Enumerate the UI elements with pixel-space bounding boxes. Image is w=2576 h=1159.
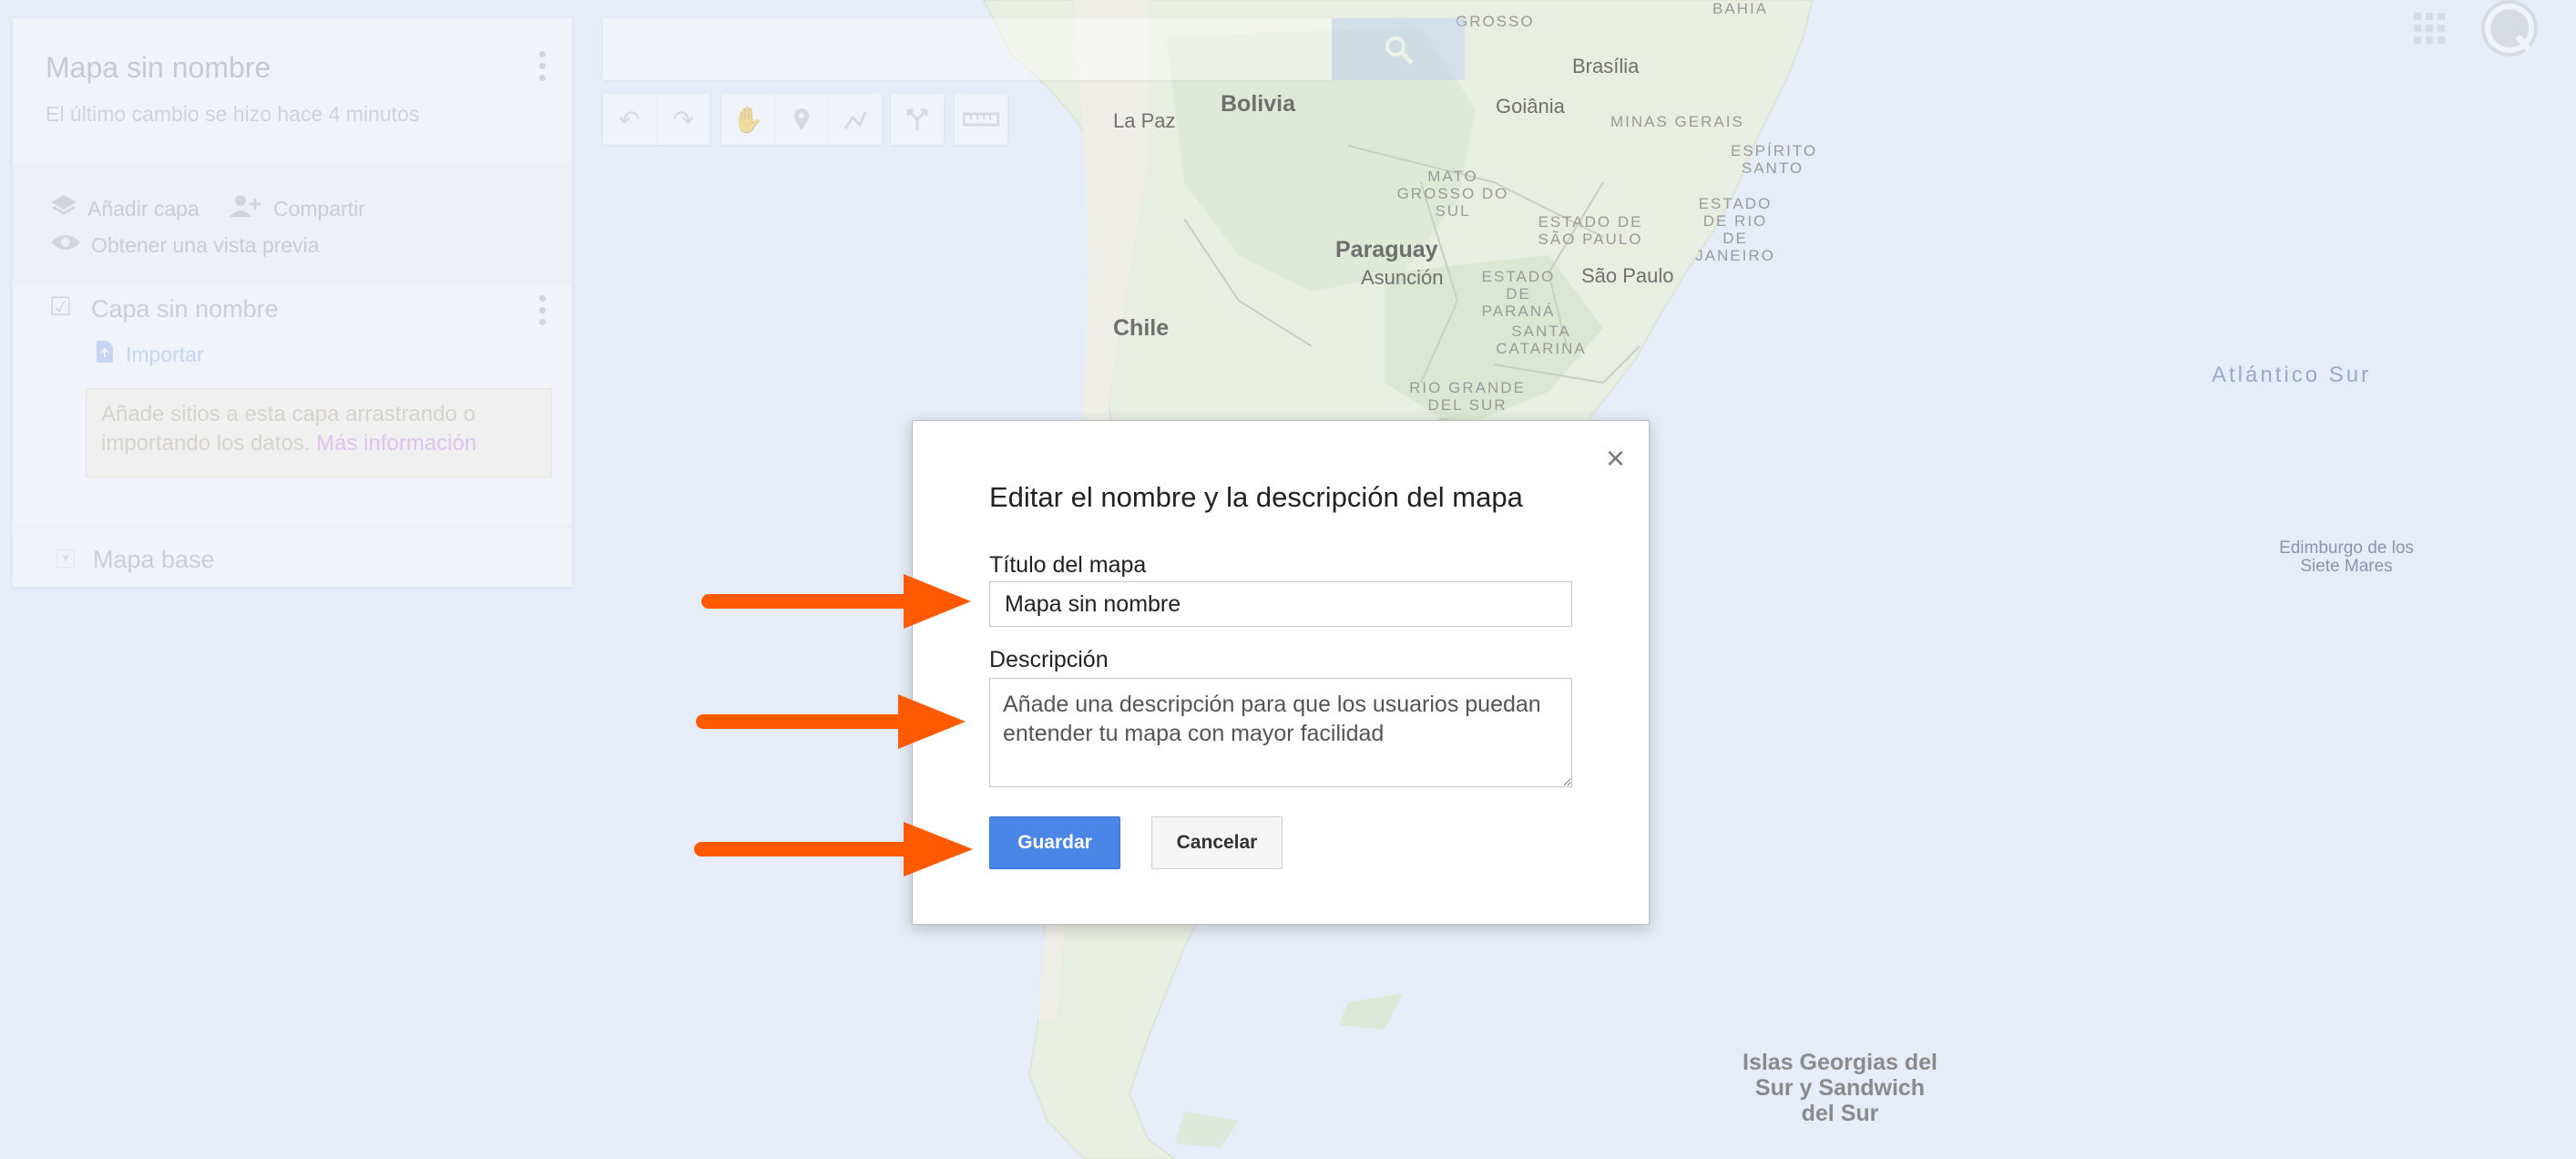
hand-icon[interactable]: ✋ — [721, 94, 775, 145]
annotation-arrow-save — [694, 822, 973, 877]
apps-grid-icon[interactable] — [2414, 13, 2445, 44]
dialog-title: Editar el nombre y la descripción del ma… — [989, 481, 1523, 513]
layer-checkbox[interactable]: ☑ — [49, 292, 72, 322]
description-label: Descripción — [989, 647, 1109, 672]
share-button[interactable]: Compartir — [228, 193, 365, 225]
map-label-brasilia: Brasília — [1572, 55, 1640, 77]
add-layer-button[interactable]: Añadir capa — [49, 193, 199, 225]
save-button[interactable]: Guardar — [989, 816, 1120, 869]
annotation-arrow-title — [701, 574, 971, 629]
map-label-sao-paulo: São Paulo — [1581, 264, 1674, 287]
import-link[interactable]: Importar — [95, 339, 204, 370]
more-info-link[interactable]: Más información — [316, 431, 476, 456]
preview-label: Obtener una vista previa — [91, 233, 320, 257]
map-label-grosso: GROSSO — [1456, 13, 1535, 30]
preview-button[interactable]: Obtener una vista previa — [49, 231, 320, 260]
file-upload-icon — [95, 339, 115, 370]
map-label-santa-catarina: SANTA CATARINA — [1496, 323, 1587, 357]
drawing-tools-group: ✋ — [721, 94, 882, 145]
add-person-icon — [228, 193, 264, 225]
chevron-down-icon[interactable]: ▾ — [56, 549, 75, 568]
layer-info-box: Añade sitios a esta capa arrastrando o i… — [86, 388, 552, 477]
last-change-text: El último cambio se hizo hace 4 minutos — [46, 102, 420, 126]
edit-map-dialog: × Editar el nombre y la descripción del … — [912, 420, 1650, 925]
directions-group — [891, 94, 944, 145]
map-label-goiania: Goiânia — [1496, 95, 1565, 118]
undo-redo-group: ↶ ↷ — [603, 94, 710, 145]
search-button[interactable] — [1332, 18, 1465, 80]
share-label: Compartir — [273, 197, 365, 221]
map-label-rio-grande-del-sur: RIO GRANDE DEL SUR — [1409, 379, 1526, 414]
map-label-atlantico-sur: Atlántico Sur — [2212, 363, 2372, 387]
undo-icon[interactable]: ↶ — [603, 94, 657, 145]
directions-icon[interactable] — [891, 94, 944, 145]
add-layer-label: Añadir capa — [87, 197, 199, 221]
map-label-la-paz: La Paz — [1113, 109, 1176, 132]
search-input[interactable] — [603, 18, 1332, 80]
layer-name[interactable]: Capa sin nombre — [91, 295, 279, 323]
map-label-islas-georgias: Islas Georgias del Sur y Sandwich del Su… — [1743, 1050, 1937, 1126]
layer-options-menu-icon[interactable] — [539, 295, 547, 331]
ruler-icon[interactable] — [955, 94, 1007, 145]
map-label-mato-grosso-do-sul: MATO GROSSO DO SUL — [1396, 168, 1509, 220]
eye-icon — [49, 231, 82, 260]
base-map-section[interactable]: ▾ Mapa base — [13, 527, 572, 588]
map-options-menu-icon[interactable] — [539, 51, 547, 87]
avatar[interactable] — [2481, 0, 2538, 56]
map-label-paraguay: Paraguay — [1335, 237, 1438, 262]
description-field[interactable] — [989, 678, 1572, 787]
map-label-chile: Chile — [1113, 315, 1170, 341]
map-label-minas-gerais: MINAS GERAIS — [1610, 113, 1744, 130]
import-label: Importar — [126, 342, 204, 366]
map-title[interactable]: Mapa sin nombre — [46, 51, 271, 85]
map-title-label: Título del mapa — [989, 552, 1147, 578]
cancel-button[interactable]: Cancelar — [1151, 816, 1283, 869]
search-icon — [1385, 36, 1414, 65]
map-label-bahia: BAHIA — [1712, 0, 1769, 17]
map-label-estado-parana: ESTADO DE PARANÁ — [1481, 268, 1556, 320]
annotation-arrow-description — [696, 694, 966, 749]
map-title-field[interactable] — [989, 581, 1572, 627]
close-icon[interactable]: × — [1606, 442, 1625, 475]
redo-icon[interactable]: ↷ — [657, 94, 710, 145]
map-label-edimburgo: Edimburgo de los Siete Mares — [2279, 538, 2414, 576]
map-label-bolivia: Bolivia — [1221, 91, 1295, 117]
marker-icon[interactable] — [775, 94, 829, 145]
map-label-estado-rio-de-janeiro: ESTADO DE RIO DE JANEIRO — [1695, 195, 1775, 264]
measure-group — [955, 94, 1007, 145]
map-label-estado-sao-paulo: ESTADO DE SÃO PAULO — [1538, 213, 1643, 248]
map-sidebar-panel: Mapa sin nombre El último cambio se hizo… — [13, 18, 572, 587]
map-label-espirito-santo: ESPÍRITO SANTO — [1731, 142, 1818, 177]
panel-actions: Añadir capa Compartir Obtener una vista … — [13, 162, 572, 284]
map-label-asuncion: Asunción — [1361, 266, 1444, 289]
draw-line-icon[interactable] — [829, 94, 882, 145]
base-map-label: Mapa base — [93, 546, 215, 573]
layers-icon — [49, 193, 78, 225]
